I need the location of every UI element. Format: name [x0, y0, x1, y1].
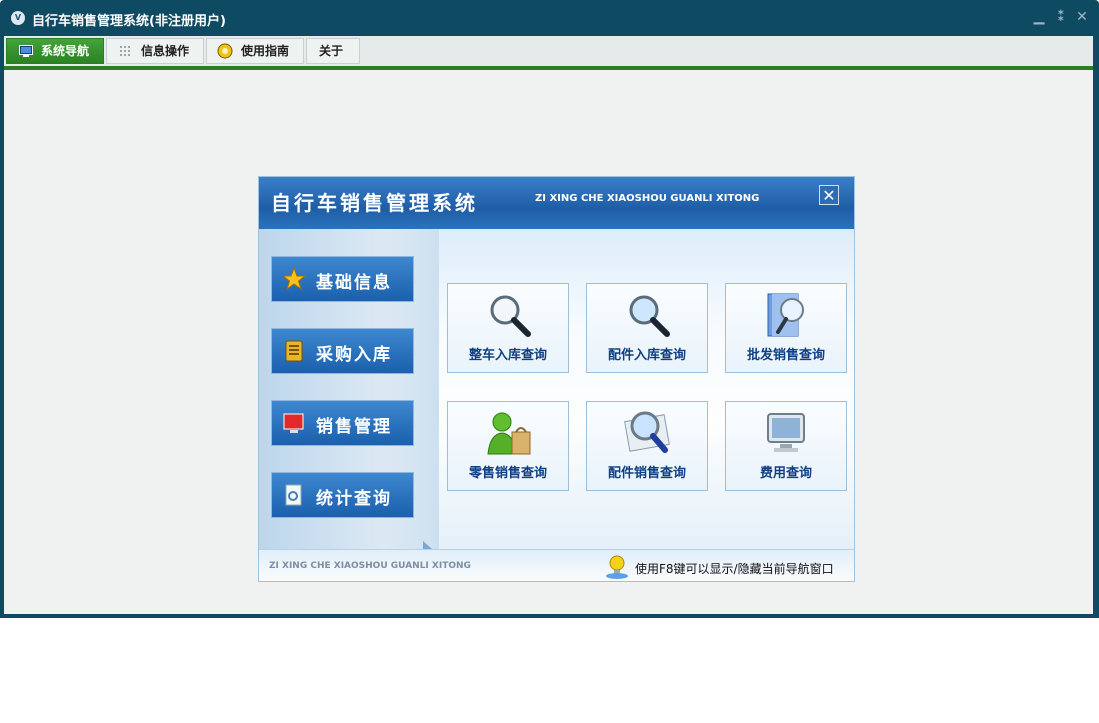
category-sales-button[interactable]: 销售管理 [271, 400, 414, 446]
menu-item-about[interactable]: 关于 [306, 38, 360, 64]
magnifier-icon [629, 295, 670, 337]
monitor-icon [283, 413, 304, 433]
lightbulb-icon [606, 555, 628, 579]
navigation-panel: 自行车销售管理系统 ZI XING CHE XIAOSHOU GUANLI XI… [258, 176, 855, 582]
tile-parts-stock-query[interactable]: 配件入库查询 [586, 283, 708, 373]
nav-pinyin: ZI XING CHE XIAOSHOU GUANLI XITONG [535, 193, 760, 204]
document-search-icon [285, 484, 302, 506]
category-stats-button[interactable]: 统计查询 [271, 472, 414, 518]
category-label: 采购入库 [316, 345, 392, 365]
tile-label: 零售销售查询 [468, 466, 547, 481]
footer-pinyin: ZI XING CHE XIAOSHOU GUANLI XITONG [269, 561, 471, 571]
magnifier-icon [490, 295, 531, 337]
nav-header: 自行车销售管理系统 ZI XING CHE XIAOSHOU GUANLI XI… [259, 177, 854, 229]
footer-tip: 使用F8键可以显示/隐藏当前导航窗口 [635, 562, 834, 576]
map-magnifier-icon [624, 411, 670, 453]
menu-item-info-ops[interactable]: 信息操作 [106, 38, 204, 64]
app-icon: V [11, 11, 25, 25]
query-tiles-area: 整车入库查询 配件入库查询 批发销售查询 零售销售查询 配件销售查询 费用查询 [439, 229, 854, 549]
monitor-icon [19, 45, 33, 57]
close-icon[interactable]: ✕ [1073, 8, 1091, 26]
category-label: 销售管理 [316, 417, 392, 437]
tile-vehicle-stock-query[interactable]: 整车入库查询 [447, 283, 569, 373]
tile-retail-query[interactable]: 零售销售查询 [447, 401, 569, 491]
help-icon [217, 43, 233, 59]
category-sidebar: 基础信息 采购入库 销售管理 统计查询 [259, 229, 439, 557]
menu-item-label: 关于 [319, 44, 344, 58]
tile-label: 配件入库查询 [607, 348, 686, 363]
tile-label: 费用查询 [759, 466, 812, 481]
category-label: 基础信息 [316, 273, 392, 293]
menu-bar: 系统导航 信息操作 使用指南 关于 [4, 36, 1093, 66]
category-label: 统计查询 [316, 489, 392, 509]
nav-footer: ZI XING CHE XIAOSHOU GUANLI XITONG 使用F8键… [259, 549, 854, 581]
tile-label: 配件销售查询 [607, 466, 686, 481]
star-icon [282, 267, 306, 291]
grid-icon [120, 46, 130, 56]
menu-item-system-nav[interactable]: 系统导航 [6, 38, 104, 64]
category-basic-info-button[interactable]: 基础信息 [271, 256, 414, 302]
tile-expense-query[interactable]: 费用查询 [725, 401, 847, 491]
book-magnifier-icon [767, 293, 804, 337]
category-purchase-button[interactable]: 采购入库 [271, 328, 414, 374]
tile-wholesale-query[interactable]: 批发销售查询 [725, 283, 847, 373]
restore-icon[interactable]: ⁑ [1052, 8, 1070, 26]
minimize-icon[interactable]: ▁ [1030, 8, 1048, 26]
nav-close-button[interactable]: ✕ [819, 185, 839, 205]
menu-item-label: 使用指南 [241, 44, 290, 58]
monitor-icon [767, 413, 805, 452]
window-title: 自行车销售管理系统(非注册用户) [32, 14, 226, 29]
menu-item-guide[interactable]: 使用指南 [206, 38, 304, 64]
nav-title: 自行车销售管理系统 [271, 191, 478, 215]
user-bag-icon [487, 412, 531, 455]
menu-item-label: 信息操作 [141, 44, 190, 58]
tile-label: 整车入库查询 [468, 348, 547, 363]
tile-label: 批发销售查询 [746, 348, 825, 363]
menu-item-label: 系统导航 [41, 44, 90, 58]
title-bar[interactable]: V 自行车销售管理系统(非注册用户) ▁ ⁑ ✕ [0, 0, 1099, 36]
tile-parts-sales-query[interactable]: 配件销售查询 [586, 401, 708, 491]
ledger-icon [285, 340, 303, 362]
